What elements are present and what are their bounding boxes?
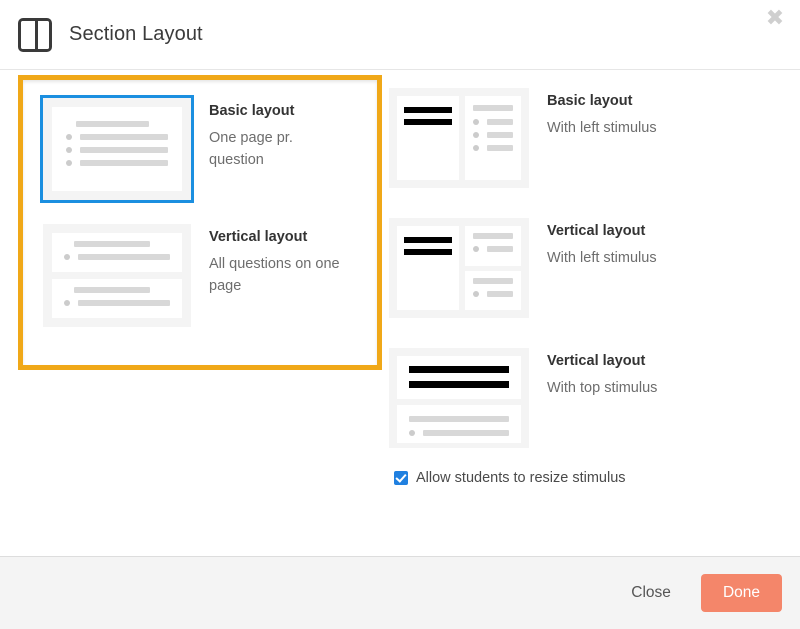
- stimulus-pane: [397, 226, 459, 310]
- option-description: One page pr. question: [209, 130, 293, 168]
- option-title: Vertical layout: [547, 353, 646, 369]
- right-options-column: Basic layout With left stimulus Vertical…: [382, 70, 800, 556]
- modal-footer: Close Done: [0, 556, 800, 629]
- allow-resize-stimulus-checkbox[interactable]: [394, 471, 408, 485]
- stimulus-pane: [397, 356, 521, 399]
- option-title: Vertical layout: [547, 223, 646, 239]
- question-pane: [465, 96, 521, 180]
- option-title: Vertical layout: [209, 229, 308, 245]
- thumbnail-vertical-left-stimulus[interactable]: [389, 218, 529, 318]
- stimulus-pane: [397, 96, 459, 180]
- bullet-dot: [473, 290, 479, 297]
- option-vertical-layout[interactable]: Vertical layout All questions on one pag…: [43, 224, 359, 327]
- bullet-dot: [64, 300, 70, 306]
- option-description: With top stimulus: [547, 380, 658, 396]
- thumbnail-basic-left-stimulus[interactable]: [389, 88, 529, 188]
- option-text: Vertical layout All questions on one pag…: [191, 224, 346, 297]
- option-text: Basic layout With left stimulus: [529, 88, 769, 139]
- option-description: All questions on one page: [209, 256, 340, 294]
- option-vertical-layout-top-stimulus[interactable]: Vertical layout With top stimulus: [389, 348, 792, 448]
- done-button[interactable]: Done: [700, 574, 782, 612]
- highlighted-options-group: Basic layout One page pr. question Verti…: [18, 75, 382, 370]
- option-text: Basic layout One page pr. question: [191, 98, 346, 171]
- two-pane-layout-icon: [18, 17, 52, 52]
- bullet-dot: [66, 160, 72, 166]
- section-layout-modal: Section Layout ✖ Basic layout One page p…: [0, 0, 800, 629]
- bullet-dot: [64, 254, 70, 260]
- close-button[interactable]: Close: [623, 578, 679, 608]
- allow-resize-stimulus-label: Allow students to resize stimulus: [416, 470, 626, 486]
- allow-resize-stimulus-row[interactable]: Allow students to resize stimulus: [394, 470, 792, 486]
- thumbnail-vertical-top-stimulus[interactable]: [389, 348, 529, 448]
- bullet-dot: [473, 246, 479, 252]
- option-description: With left stimulus: [547, 250, 657, 266]
- option-text: Vertical layout With top stimulus: [529, 348, 769, 399]
- option-text: Vertical layout With left stimulus: [529, 218, 769, 269]
- option-basic-layout[interactable]: Basic layout One page pr. question: [40, 95, 359, 203]
- modal-body: Basic layout One page pr. question Verti…: [0, 70, 800, 556]
- bullet-dot: [473, 145, 479, 151]
- bullet-dot: [66, 134, 72, 140]
- thumbnail-vertical-layout[interactable]: [43, 224, 191, 327]
- option-title: Basic layout: [209, 103, 295, 119]
- option-basic-layout-left-stimulus[interactable]: Basic layout With left stimulus: [389, 88, 792, 188]
- thumbnail-basic-layout[interactable]: [40, 95, 194, 203]
- modal-header: Section Layout ✖: [0, 0, 800, 70]
- option-description: With left stimulus: [547, 120, 657, 136]
- option-title: Basic layout: [547, 93, 633, 109]
- option-vertical-layout-left-stimulus[interactable]: Vertical layout With left stimulus: [389, 218, 792, 318]
- page-title: Section Layout: [69, 23, 203, 45]
- bullet-dot: [473, 119, 479, 125]
- bullet-dot: [66, 147, 72, 153]
- close-icon[interactable]: ✖: [762, 6, 788, 32]
- bullet-dot: [409, 430, 415, 436]
- question-pane: [397, 405, 521, 443]
- question-pane-column: [465, 226, 521, 310]
- left-options-column: Basic layout One page pr. question Verti…: [0, 70, 382, 556]
- bullet-dot: [473, 132, 479, 138]
